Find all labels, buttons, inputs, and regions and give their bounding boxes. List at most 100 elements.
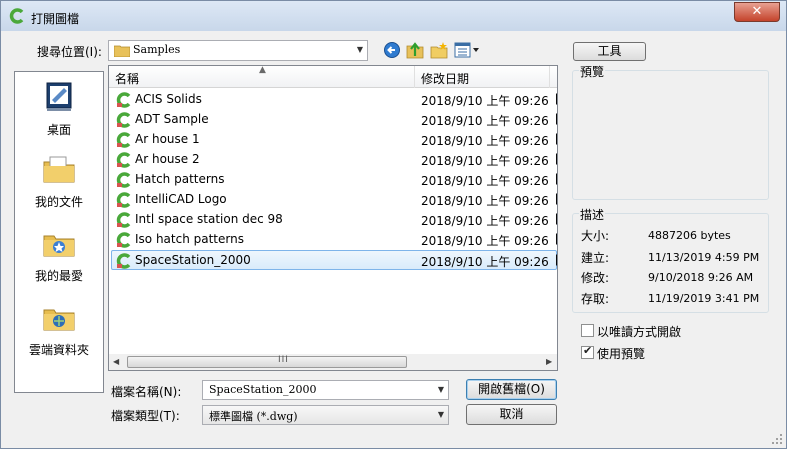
filename-label: 檔案名稱(N):: [111, 385, 182, 399]
back-icon[interactable]: [383, 41, 401, 59]
file-date: 2018/9/10 上午 09:26: [421, 114, 549, 128]
scroll-right-icon[interactable]: ▶: [546, 357, 552, 366]
file-list-header: ▲ 名稱 修改日期: [109, 66, 557, 88]
column-name[interactable]: 名稱: [115, 70, 139, 87]
cancel-button[interactable]: 取消: [466, 404, 557, 425]
dwg-file-icon: [116, 232, 131, 248]
place-label: 桌面: [46, 123, 71, 137]
file-date: 2018/9/10 上午 09:26: [421, 154, 549, 168]
cloud-folder-icon: [43, 309, 75, 331]
file-extra: [: [555, 253, 557, 267]
place-cloud-folder[interactable]: 雲端資料夾: [15, 300, 103, 358]
location-label: 搜尋位置(I):: [37, 45, 102, 59]
column-divider[interactable]: [414, 66, 415, 88]
place-my-documents[interactable]: 我的文件: [15, 152, 103, 210]
file-date: 2018/9/10 上午 09:26: [421, 234, 549, 248]
place-favorites[interactable]: 我的最愛: [15, 226, 103, 284]
file-row[interactable]: ACIS Solids 2018/9/10 上午 09:26 [: [112, 90, 557, 110]
file-name: Hatch patterns: [135, 172, 225, 186]
horizontal-scrollbar[interactable]: ◀ III ▶: [109, 354, 557, 370]
file-row-selected[interactable]: SpaceStation_2000 2018/9/10 上午 09:26 [: [111, 250, 557, 270]
location-value: Samples: [133, 43, 181, 56]
file-extra: [: [555, 232, 557, 246]
file-date: 2018/9/10 上午 09:26: [421, 94, 549, 108]
file-row[interactable]: Hatch patterns 2018/9/10 上午 09:26 [: [112, 170, 557, 190]
filetype-label: 檔案類型(T):: [111, 409, 180, 423]
created-value: 11/13/2019 4:59 PM: [648, 251, 760, 264]
open-file-dialog: 打開圖檔 ✕ 搜尋位置(I): Samples ▼ 工具 桌面 我的文件 我的最…: [0, 0, 787, 449]
file-row[interactable]: Ar house 1 2018/9/10 上午 09:26 [: [112, 130, 557, 150]
chevron-down-icon[interactable]: ▼: [438, 385, 444, 394]
file-row[interactable]: Ar house 2 2018/9/10 上午 09:26 [: [112, 150, 557, 170]
use-preview-checkbox[interactable]: ✔: [581, 344, 594, 359]
column-divider[interactable]: [549, 66, 550, 88]
checkmark-icon: ✔: [583, 344, 593, 357]
tools-button[interactable]: 工具: [573, 42, 646, 61]
file-name: IntelliCAD Logo: [135, 192, 227, 206]
place-desktop[interactable]: 桌面: [15, 80, 103, 138]
new-folder-icon[interactable]: [430, 41, 448, 59]
file-extra: [: [555, 112, 557, 126]
file-name: Intl space station dec 98: [135, 212, 283, 226]
close-button[interactable]: ✕: [734, 2, 780, 22]
filename-input[interactable]: SpaceStation_2000 ▼: [202, 380, 449, 400]
dwg-file-icon: [116, 253, 131, 269]
file-date: 2018/9/10 上午 09:26: [421, 134, 549, 148]
cancel-button-label: 取消: [499, 407, 524, 421]
file-row[interactable]: IntelliCAD Logo 2018/9/10 上午 09:26 [: [112, 190, 557, 210]
desktop-icon: [46, 82, 72, 111]
file-extra: [: [555, 152, 557, 166]
location-dropdown[interactable]: Samples ▼: [108, 40, 368, 61]
file-extra: [: [555, 172, 557, 186]
file-name: Iso hatch patterns: [135, 232, 244, 246]
dwg-file-icon: [116, 112, 131, 128]
place-label: 我的最愛: [34, 269, 83, 283]
dwg-file-icon: [116, 172, 131, 188]
preview-title: 預覽: [579, 63, 606, 80]
favorites-icon: [43, 235, 75, 257]
file-extra: [: [555, 132, 557, 146]
dwg-file-icon: [116, 192, 131, 208]
file-date: 2018/9/10 上午 09:26: [421, 174, 549, 188]
window-title: 打開圖檔: [31, 12, 80, 26]
file-row[interactable]: Intl space station dec 98 2018/9/10 上午 0…: [112, 210, 557, 230]
views-menu-icon[interactable]: [454, 41, 480, 59]
dwg-file-icon: [116, 212, 131, 228]
open-button[interactable]: 開啟舊檔(O): [466, 379, 557, 400]
description-title: 描述: [579, 206, 606, 223]
intellicad-app-icon: [9, 8, 24, 24]
open-button-label: 開啟舊檔(O): [478, 382, 545, 396]
use-preview-label[interactable]: 使用預覽: [597, 345, 645, 362]
file-date: 2018/9/10 上午 09:26: [421, 194, 549, 208]
file-row[interactable]: Iso hatch patterns 2018/9/10 上午 09:26 [: [112, 230, 557, 250]
file-date: 2018/9/10 上午 09:26: [421, 214, 549, 228]
folder-icon: [114, 45, 130, 57]
file-name: ADT Sample: [135, 112, 209, 126]
scrollbar-grip: III: [278, 355, 289, 365]
place-label: 我的文件: [34, 195, 83, 209]
file-list[interactable]: ▲ 名稱 修改日期 ACIS Solids 2018/9/10 上午 09:26…: [108, 65, 558, 371]
my-documents-icon: [43, 156, 75, 183]
scroll-left-icon[interactable]: ◀: [113, 357, 119, 366]
title-bar[interactable]: 打開圖檔 ✕: [1, 1, 786, 31]
places-bar: 桌面 我的文件 我的最愛 雲端資料夾: [14, 71, 104, 393]
modified-value: 9/10/2018 9:26 AM: [648, 271, 754, 284]
file-extra: [: [555, 192, 557, 206]
filetype-dropdown[interactable]: 標準圖檔 (*.dwg) ▼: [202, 405, 449, 425]
accessed-label: 存取:: [581, 292, 610, 306]
column-modified[interactable]: 修改日期: [421, 70, 469, 87]
preview-group: [572, 70, 769, 200]
modified-label: 修改:: [581, 271, 610, 285]
sort-ascending-icon: ▲: [259, 65, 266, 75]
readonly-checkbox[interactable]: [581, 324, 594, 337]
dwg-file-icon: [116, 152, 131, 168]
readonly-label[interactable]: 以唯讀方式開啟: [597, 323, 681, 340]
file-row[interactable]: ADT Sample 2018/9/10 上午 09:26 [: [112, 110, 557, 130]
filename-value: SpaceStation_2000: [209, 383, 317, 396]
size-label: 大小:: [581, 229, 610, 243]
place-label: 雲端資料夾: [28, 343, 89, 357]
scrollbar-thumb[interactable]: III: [127, 355, 407, 368]
up-folder-icon[interactable]: [406, 41, 424, 59]
accessed-value: 11/19/2019 3:41 PM: [648, 292, 760, 305]
resize-grip-icon[interactable]: [771, 433, 783, 445]
